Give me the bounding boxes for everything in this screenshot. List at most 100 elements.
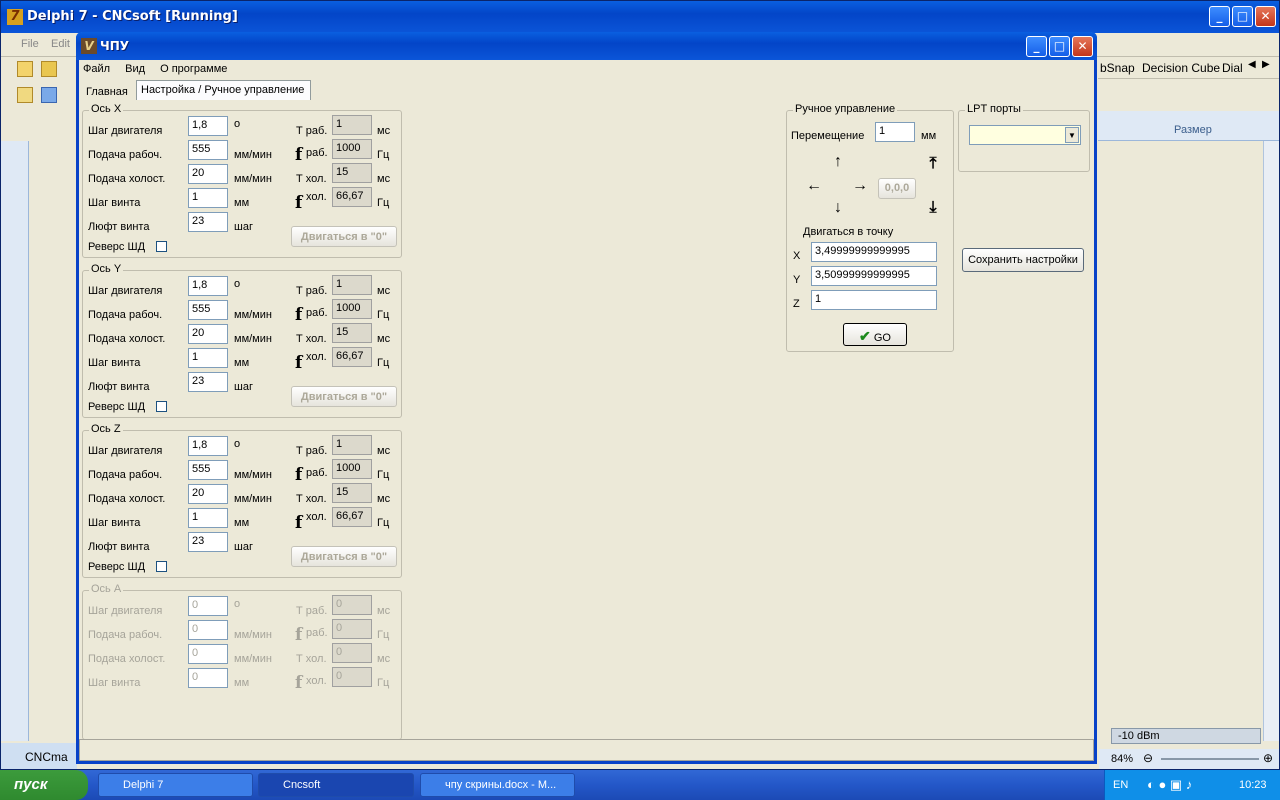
origin-button[interactable]: 0,0,0 [878,178,916,199]
unit-label: мс [377,285,391,297]
zoom-slider[interactable] [1161,758,1259,760]
unit-label: мм/мин [234,493,272,505]
unit-label: шаг [234,381,253,393]
freq-symbol: f [295,673,303,693]
f_idle-readout: 0 [332,667,372,687]
x-input[interactable]: 3,49999999999995 [811,242,937,262]
unit-label: мс [377,445,391,457]
backlash-input[interactable]: 23 [188,372,228,392]
reverse-checkbox[interactable] [156,241,167,252]
z-down-button[interactable]: ⤓ [921,199,945,221]
param-label: Т хол. [296,173,327,185]
feed_work-input[interactable]: 555 [188,460,228,480]
field-label: Подача рабоч. [88,469,163,481]
backlash-input[interactable]: 23 [188,532,228,552]
screw-input[interactable]: 1 [188,508,228,528]
freq-symbol: f [295,625,303,645]
menu-about-ru[interactable]: О программе [160,63,227,75]
doc-tab[interactable]: CNCma [1,743,77,769]
unit-label: шаг [234,541,253,553]
feed_idle-input[interactable]: 0 [188,644,228,664]
task-delphi[interactable]: Delphi 7 [98,773,253,797]
feed_work-input[interactable]: 0 [188,620,228,640]
arrow-up-button[interactable]: ↑ [827,153,849,175]
f_work-readout: 0 [332,619,372,639]
cnc-close-button[interactable]: ✕ [1072,36,1093,57]
save-all-icon[interactable] [17,87,33,103]
task-cncsoft[interactable]: Cncsoft [258,773,414,797]
go-zero-button[interactable]: Двигаться в "0" [291,386,397,407]
save-settings-button[interactable]: Сохранить настройки [962,248,1084,272]
cnc-minimize-button[interactable]: _ [1026,36,1047,57]
chevron-down-icon[interactable]: ▼ [1065,127,1079,143]
arrow-down-icon: ↓ [834,199,842,216]
feed_work-input[interactable]: 555 [188,300,228,320]
cnc-menu-bar: Файл Вид О программе [83,63,239,75]
taskbar: пуск Delphi 7 Cncsoft чпу скрины.docx - … [0,770,1280,800]
feed_work-input[interactable]: 555 [188,140,228,160]
reverse-checkbox[interactable] [156,401,167,412]
field-label: Шаг винта [88,517,141,529]
menu-view-ru[interactable]: Вид [125,63,145,75]
zoom-in-icon[interactable]: ⊕ [1263,751,1273,765]
step-input[interactable]: 1,8 [188,436,228,456]
go-button[interactable]: ✔ GO [843,323,907,346]
reverse-checkbox[interactable] [156,561,167,572]
param-label: раб. [306,147,328,159]
vertical-scrollbar[interactable] [1263,141,1279,741]
unit-label: Гц [377,469,390,481]
unit-label: мм [234,357,250,369]
arrow-right-button[interactable]: → [849,177,871,199]
close-button[interactable]: ✕ [1255,6,1276,27]
manual-control-group: Ручное управление Перемещение 1 мм ↑ ← →… [786,103,954,352]
menu-file[interactable]: File [21,38,39,50]
feed_idle-input[interactable]: 20 [188,164,228,184]
tray-icons[interactable]: ◐ ● ▣ ♪ [1147,777,1192,793]
language-indicator[interactable]: EN [1113,779,1128,791]
minimize-button[interactable]: _ [1209,6,1230,27]
cnc-title: ЧПУ [100,39,129,53]
maximize-button[interactable]: □ [1232,6,1253,27]
z-up-button[interactable]: ⤒ [921,155,945,177]
step-input[interactable]: 0 [188,596,228,616]
scroll-left-icon[interactable]: ◀ [1248,59,1256,70]
tab-decision-cube[interactable]: Decision Cube [1142,61,1220,75]
feed_idle-input[interactable]: 20 [188,324,228,344]
arrow-left-button[interactable]: ← [803,177,825,199]
tab-dialogs[interactable]: Dial [1222,61,1243,75]
project-icon[interactable] [41,87,57,103]
go-zero-button[interactable]: Двигаться в "0" [291,546,397,567]
cnc-maximize-button[interactable]: □ [1049,36,1070,57]
z-input[interactable]: 1 [811,290,937,310]
move-input[interactable]: 1 [875,122,915,142]
screw-input[interactable]: 0 [188,668,228,688]
arrow-down-button[interactable]: ↓ [827,199,849,221]
step-input[interactable]: 1,8 [188,116,228,136]
go-zero-button[interactable]: Двигаться в "0" [291,226,397,247]
zoom-out-icon[interactable]: ⊖ [1143,751,1153,765]
unit-label: Гц [377,677,390,689]
scroll-right-icon[interactable]: ▶ [1262,59,1270,70]
open-icon[interactable] [41,61,57,77]
reverse-label: Реверс ШД [88,241,146,253]
task-word[interactable]: чпу скрины.docx - M... [420,773,575,797]
delphi-title-bar: 7 Delphi 7 - CNCsoft [Running] _ □ ✕ [1,1,1279,33]
menu-edit[interactable]: Edit [51,38,70,50]
tab-websnap[interactable]: bSnap [1100,61,1135,75]
tab-settings-manual[interactable]: Настройка / Ручное управление [136,80,311,100]
step-input[interactable]: 1,8 [188,276,228,296]
tab-main[interactable]: Главная [86,86,128,98]
status-bar [79,739,1094,761]
backlash-input[interactable]: 23 [188,212,228,232]
freq-symbol: f [295,513,303,533]
screw-input[interactable]: 1 [188,188,228,208]
menu-file-ru[interactable]: Файл [83,63,110,75]
y-input[interactable]: 3,50999999999995 [811,266,937,286]
zoom-bar: 84% ⊖ ⊕ [1099,749,1279,769]
vertical-ruler [1,141,29,741]
screw-input[interactable]: 1 [188,348,228,368]
start-button[interactable]: пуск [0,770,88,800]
new-icon[interactable] [17,61,33,77]
feed_idle-input[interactable]: 20 [188,484,228,504]
axis-title: Ось A [89,583,124,595]
